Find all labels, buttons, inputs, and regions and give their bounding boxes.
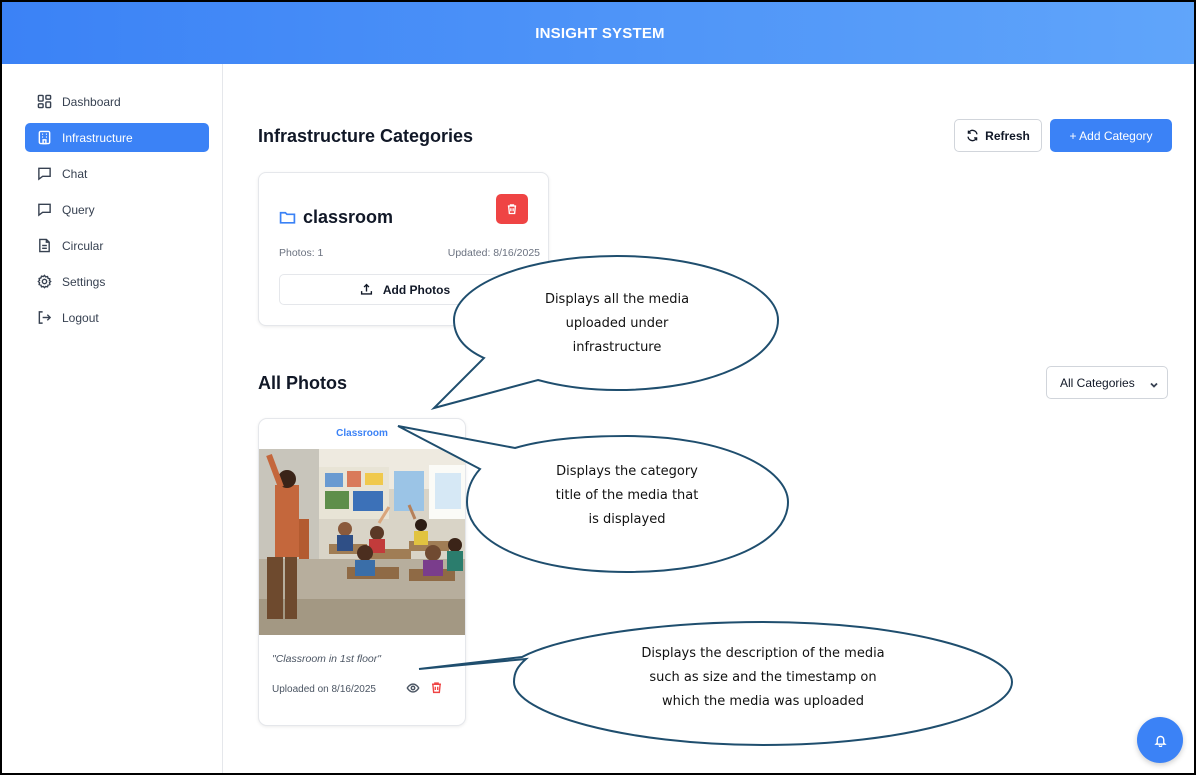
chat-bubble-icon <box>36 166 52 182</box>
gear-icon <box>36 274 52 290</box>
refresh-icon <box>967 129 978 142</box>
callout-line: which the media was uploaded <box>661 694 865 709</box>
chevron-down-icon <box>1149 379 1159 393</box>
callout-line: title of the media that <box>555 488 699 503</box>
sidebar-item-label: Circular <box>62 238 104 253</box>
category-updated: Updated: 8/16/2025 <box>447 247 540 259</box>
sidebar-item-query[interactable]: Query <box>25 195 209 224</box>
dashboard-grid-icon <box>36 94 52 110</box>
sidebar-item-label: Chat <box>62 166 88 181</box>
add-photos-label: Add Photos <box>382 282 451 297</box>
building-icon <box>36 130 52 146</box>
callout-line: such as size and the timestamp on <box>649 670 877 685</box>
trash-icon <box>432 682 441 694</box>
callout-line: is displayed <box>588 512 666 527</box>
notifications-button[interactable] <box>1137 717 1183 763</box>
callout-2-text: Displays the category title of the media… <box>502 460 752 532</box>
refresh-label: Refresh <box>985 128 1030 143</box>
callout-1-text: Displays all the media uploaded under in… <box>492 288 742 360</box>
folder-icon <box>279 211 296 224</box>
callout-line: uploaded under <box>565 316 669 331</box>
sidebar-item-label: Settings <box>62 274 106 289</box>
top-bar: INSIGHT SYSTEM <box>2 2 1194 64</box>
photo-description: "Classroom in 1st floor" <box>272 653 381 665</box>
sidebar-item-logout[interactable]: Logout <box>25 303 209 332</box>
all-photos-heading: All Photos <box>258 373 347 393</box>
category-photo-count: Photos: 1 <box>279 247 324 259</box>
delete-photo-button[interactable] <box>430 681 444 697</box>
sidebar-item-infrastructure[interactable]: Infrastructure <box>25 123 209 152</box>
add-category-button[interactable]: + Add Category <box>1050 119 1172 152</box>
category-name: classroom <box>279 207 393 228</box>
document-icon <box>36 238 52 254</box>
refresh-button[interactable]: Refresh <box>954 119 1042 152</box>
photo-upload-date: Uploaded on 8/16/2025 <box>272 684 376 695</box>
sidebar-item-label: Query <box>62 202 95 217</box>
sidebar-nav: Dashboard Infrastructure Chat Query Circ… <box>25 87 209 339</box>
app-title: INSIGHT SYSTEM <box>535 24 665 42</box>
sidebar-item-dashboard[interactable]: Dashboard <box>25 87 209 116</box>
classroom-photo[interactable] <box>259 449 465 635</box>
sidebar-item-settings[interactable]: Settings <box>25 267 209 296</box>
sidebar-item-label: Dashboard <box>62 94 121 109</box>
chat-bubble-icon <box>36 202 52 218</box>
categories-heading: Infrastructure Categories <box>258 126 474 146</box>
sidebar-item-label: Infrastructure <box>62 130 133 145</box>
photo-category-label: Classroom <box>336 428 388 439</box>
bell-icon <box>1153 735 1167 747</box>
upload-icon <box>360 283 372 295</box>
callout-3-text: Displays the description of the media su… <box>573 642 953 714</box>
eye-icon <box>406 683 420 693</box>
callout-line: infrastructure <box>572 340 662 355</box>
app-frame: INSIGHT SYSTEM Dashboard Infrastructure … <box>0 0 1196 775</box>
sidebar-item-chat[interactable]: Chat <box>25 159 209 188</box>
category-filter-select[interactable]: All Categories <box>1046 366 1168 399</box>
sidebar-item-circular[interactable]: Circular <box>25 231 209 260</box>
add-category-label: + Add Category <box>1069 128 1153 143</box>
photo-card[interactable]: Classroom "Classroom in 1st floor" Uploa… <box>258 418 466 726</box>
category-filter-value: All Categories <box>1060 375 1135 390</box>
trash-icon <box>507 204 517 215</box>
callout-line: Displays the description of the media <box>641 646 885 661</box>
sidebar-item-label: Logout <box>62 310 99 325</box>
delete-category-button[interactable] <box>496 194 528 224</box>
category-name-text: classroom <box>303 207 394 227</box>
callout-line: Displays all the media <box>544 292 690 307</box>
logout-icon <box>36 310 52 326</box>
callout-line: Displays the category <box>556 464 698 479</box>
view-photo-button[interactable] <box>406 681 422 697</box>
sidebar: Dashboard Infrastructure Chat Query Circ… <box>2 64 223 773</box>
